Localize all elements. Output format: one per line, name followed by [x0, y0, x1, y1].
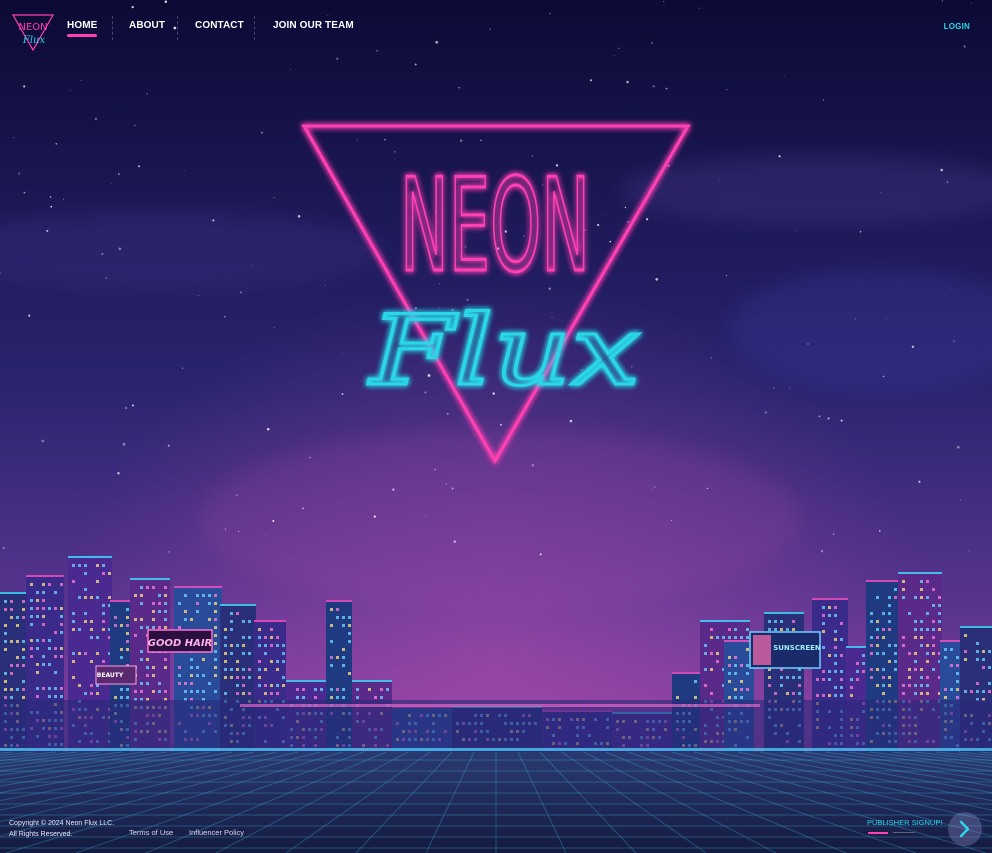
- svg-text:BEAUTY: BEAUTY: [97, 672, 124, 679]
- next-button[interactable]: [948, 812, 982, 846]
- terms-of-use-link[interactable]: Terms of Use: [129, 828, 173, 837]
- svg-text:GOOD HAIR: GOOD HAIR: [148, 638, 213, 649]
- nav-separator: [254, 16, 255, 40]
- brand-logo[interactable]: NEON Flux: [10, 12, 56, 52]
- hero-scene: NEON Flux GOOD HAIR BEAUTY SUNSCREEN: [0, 0, 992, 853]
- login-link[interactable]: LOGIN: [944, 22, 970, 31]
- slide-indicator-active: [868, 832, 888, 834]
- hero-title-neon: NEON: [400, 152, 590, 301]
- chevron-right-icon: [959, 820, 970, 838]
- svg-text:SUNSCREEN: SUNSCREEN: [773, 644, 821, 652]
- footer-copyright: Copyright © 2024 Neon Flux LLC. All Righ…: [9, 818, 114, 840]
- copyright-text: Copyright © 2024 Neon Flux LLC.: [9, 820, 115, 827]
- nav-about[interactable]: ABOUT: [129, 20, 165, 34]
- nav-separator: [112, 16, 113, 40]
- slide-indicator: [893, 832, 915, 833]
- publisher-signup-link[interactable]: PUBLISHER SIGNUP!: [867, 818, 942, 827]
- brand-logo-word-neon: NEON: [18, 22, 47, 33]
- influencer-policy-link[interactable]: Influencer Policy: [189, 828, 244, 837]
- top-nav: NEON Flux HOME ABOUT CONTACT JOIN OUR TE…: [0, 0, 992, 56]
- billboard-sunscreen: SUNSCREEN: [749, 631, 821, 669]
- nav-home[interactable]: HOME: [67, 20, 98, 37]
- brand-logo-word-flux: Flux: [22, 35, 46, 46]
- nav-separator: [177, 16, 178, 40]
- rights-text: All Rights Reserved.: [9, 831, 73, 838]
- billboard-good-hair: GOOD HAIR: [147, 629, 213, 653]
- hero-title-flux: Flux: [367, 295, 640, 407]
- billboard-beauty: BEAUTY: [95, 665, 137, 685]
- nav-join-our-team[interactable]: JOIN OUR TEAM: [273, 20, 354, 34]
- nav-contact[interactable]: CONTACT: [195, 20, 244, 34]
